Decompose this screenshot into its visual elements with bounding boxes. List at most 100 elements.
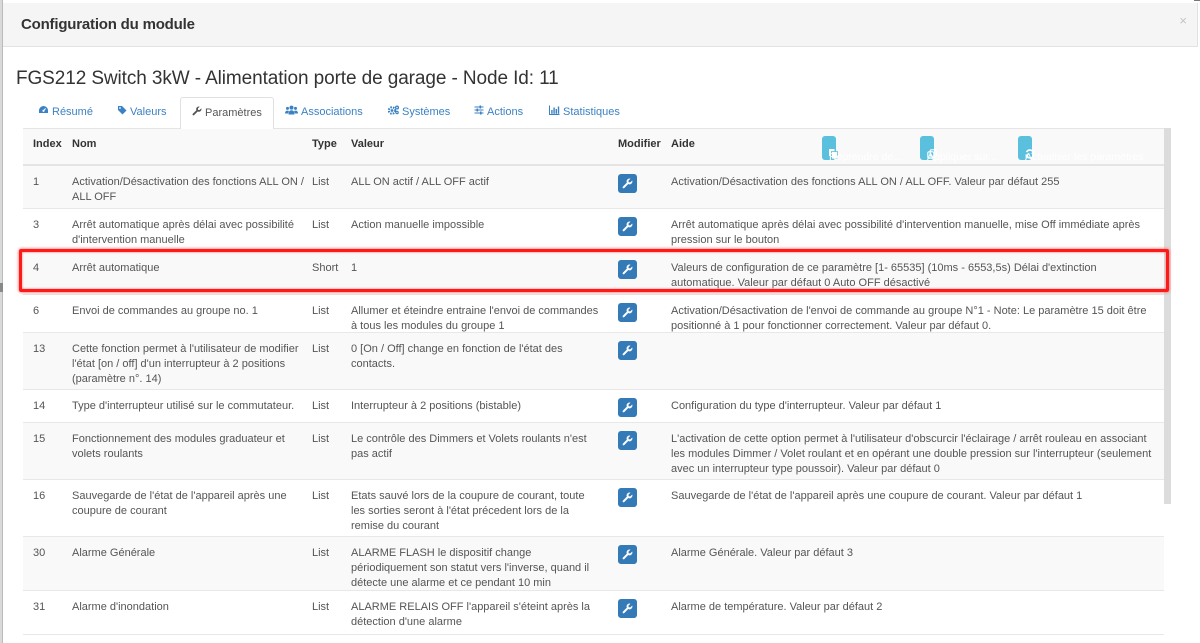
cell-nom: Cette fonction permet à l'utilisateur de… bbox=[72, 343, 299, 385]
cell-nom: Alarme d'inondation bbox=[72, 601, 169, 613]
tachometer-icon bbox=[38, 97, 49, 128]
cell-valeur: Interrupteur à 2 positions (bistable) bbox=[351, 400, 521, 412]
edit-parameter-button[interactable] bbox=[618, 488, 637, 507]
tab-resume[interactable]: Résumé bbox=[38, 97, 93, 129]
header-aide: Aide bbox=[671, 138, 695, 150]
parameters-table: Index Nom Type Valeur Modifier Aide Repr… bbox=[23, 129, 1164, 635]
tab-label: Actions bbox=[487, 106, 524, 118]
cell-index: 1 bbox=[33, 176, 40, 188]
tab-valeurs[interactable]: Valeurs bbox=[117, 97, 166, 129]
edit-parameter-button[interactable] bbox=[618, 174, 637, 193]
edit-parameter-button[interactable] bbox=[618, 217, 637, 236]
cell-type: List bbox=[312, 601, 330, 613]
table-row: 1 Activation/Désactivation des fonctions… bbox=[23, 166, 1164, 209]
header-nom: Nom bbox=[72, 138, 97, 150]
cell-modifier bbox=[618, 488, 637, 507]
wrench-icon bbox=[622, 435, 633, 446]
tab-parametres[interactable]: Paramètres bbox=[180, 97, 274, 130]
appliquer-sur-button[interactable]: Appliquer sur... bbox=[920, 136, 997, 163]
cell-type: List bbox=[312, 343, 330, 355]
table-row: 31 Alarme d'inondation List ALARME RELAI… bbox=[23, 591, 1164, 635]
cell-valeur: ALARME RELAIS OFF l'appareil s'éteint ap… bbox=[351, 601, 590, 628]
cell-type: List bbox=[312, 547, 330, 559]
tab-actions[interactable]: Actions bbox=[474, 97, 523, 129]
table-row: 16 Sauvegarde de l'état de l'appareil ap… bbox=[23, 480, 1164, 537]
cell-aide: Valeurs de configuration de ce paramètre… bbox=[671, 262, 1097, 289]
cell-modifier bbox=[618, 599, 637, 618]
cell-valeur: Etats sauvé lors de la coupure de couran… bbox=[351, 490, 585, 532]
cell-index: 13 bbox=[33, 343, 46, 355]
cell-index: 6 bbox=[33, 305, 40, 317]
modal-title: Configuration du module bbox=[21, 16, 195, 33]
bar-chart-icon bbox=[549, 97, 560, 128]
cell-index: 15 bbox=[33, 433, 46, 445]
actualiser-parametres-button[interactable]: Actualiser les paramètres bbox=[1018, 136, 1143, 163]
cell-valeur: Allumer et éteindre entraine l'envoi de … bbox=[351, 305, 599, 332]
cell-valeur: Le contrôle des Dimmers et Volets roulan… bbox=[351, 433, 587, 460]
tab-label: Associations bbox=[301, 106, 363, 118]
table-row: 6 Envoi de commandes au groupe no. 1 Lis… bbox=[23, 295, 1164, 333]
edit-parameter-button[interactable] bbox=[618, 431, 637, 450]
wrench-icon bbox=[192, 98, 202, 129]
wrench-icon bbox=[622, 221, 633, 232]
cell-type: List bbox=[312, 490, 330, 502]
close-icon[interactable]: × bbox=[1179, 13, 1187, 28]
cell-modifier bbox=[618, 341, 637, 360]
header-type: Type bbox=[312, 138, 337, 150]
wrench-icon bbox=[622, 264, 633, 275]
cell-nom: Type d'interrupteur utilisé sur le commu… bbox=[72, 400, 295, 412]
wrench-icon bbox=[622, 603, 633, 614]
wrench-icon bbox=[622, 178, 633, 189]
cell-aide: Configuration du type d'interrupteur. Va… bbox=[671, 400, 942, 412]
cell-modifier bbox=[618, 260, 637, 279]
cell-nom: Fonctionnement des modules graduateur et… bbox=[72, 433, 285, 460]
edit-parameter-button[interactable] bbox=[618, 545, 637, 564]
header-valeur: Valeur bbox=[351, 138, 385, 150]
tag-icon bbox=[117, 97, 127, 128]
cell-type: List bbox=[312, 433, 330, 445]
cell-nom: Sauvegarde de l'état de l'appareil après… bbox=[72, 490, 287, 517]
cell-index: 14 bbox=[33, 400, 46, 412]
cell-nom: Envoi de commandes au groupe no. 1 bbox=[72, 305, 258, 317]
tab-bar: Résumé Valeurs Paramètres Associations S… bbox=[23, 97, 1167, 130]
cell-valeur: 0 [On / Off] change en fonction de l'éta… bbox=[351, 343, 563, 370]
cell-nom: Activation/Désactivation des fonctions A… bbox=[72, 176, 304, 203]
tab-label: Systèmes bbox=[402, 106, 451, 118]
reprendre-de-button[interactable]: Reprendre de... bbox=[822, 136, 902, 163]
modal-divider bbox=[1197, 3, 1198, 47]
wrench-icon bbox=[622, 345, 633, 356]
tab-label: Statistiques bbox=[563, 106, 620, 118]
header-index: Index bbox=[33, 138, 62, 150]
table-row: 3 Arrêt automatique après délai avec pos… bbox=[23, 209, 1164, 252]
modal-header: Configuration du module × bbox=[3, 3, 1197, 47]
tab-systemes[interactable]: Systèmes bbox=[387, 97, 451, 129]
cell-aide: Alarme de température. Valeur par défaut… bbox=[671, 601, 883, 613]
cell-modifier bbox=[618, 545, 637, 564]
cell-index: 16 bbox=[33, 490, 46, 502]
table-row: 14 Type d'interrupteur utilisé sur le co… bbox=[23, 390, 1164, 423]
edit-parameter-button[interactable] bbox=[618, 303, 637, 322]
wrench-icon bbox=[622, 492, 633, 503]
cell-nom: Alarme Générale bbox=[72, 547, 156, 559]
edit-parameter-button[interactable] bbox=[618, 341, 637, 360]
edit-parameter-button[interactable] bbox=[618, 260, 637, 279]
cell-valeur: Action manuelle impossible bbox=[351, 219, 485, 231]
cell-nom: Arrêt automatique bbox=[72, 262, 160, 274]
cell-valeur: ALL ON actif / ALL OFF actif bbox=[351, 176, 489, 188]
table-row: 30 Alarme Générale List ALARME FLASH le … bbox=[23, 537, 1164, 591]
cell-valeur: 1 bbox=[351, 262, 358, 274]
cell-modifier bbox=[618, 174, 637, 193]
scrollbar[interactable] bbox=[1164, 128, 1171, 504]
cell-type: List bbox=[312, 219, 330, 231]
tab-statistiques[interactable]: Statistiques bbox=[549, 97, 620, 129]
cell-aide: Activation/Désactivation des fonctions A… bbox=[671, 176, 1060, 188]
table-header: Index Nom Type Valeur Modifier Aide Repr… bbox=[23, 129, 1164, 166]
cell-index: 4 bbox=[33, 262, 40, 274]
wrench-icon bbox=[622, 307, 633, 318]
tab-associations[interactable]: Associations bbox=[285, 97, 363, 129]
table-row: 15 Fonctionnement des modules graduateur… bbox=[23, 423, 1164, 480]
cell-modifier bbox=[618, 303, 637, 322]
edit-parameter-button[interactable] bbox=[618, 398, 637, 417]
edit-parameter-button[interactable] bbox=[618, 599, 637, 618]
cell-aide: Activation/Désactivation de l'envoi de c… bbox=[671, 305, 1147, 332]
